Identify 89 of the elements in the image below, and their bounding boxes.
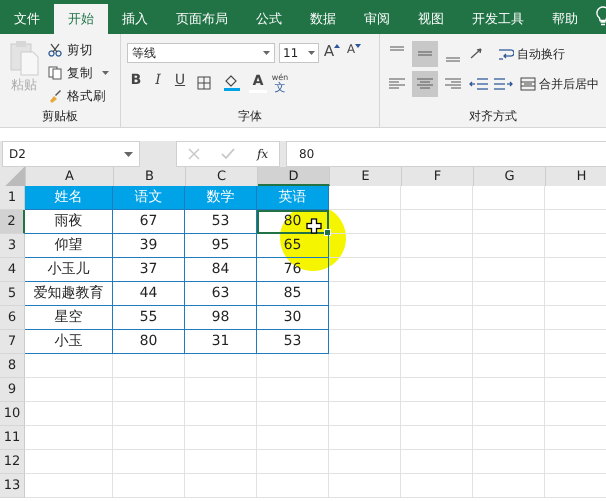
table-cell[interactable]: 31 bbox=[185, 330, 257, 354]
table-cell[interactable]: 30 bbox=[257, 306, 329, 330]
name-box[interactable]: D2 bbox=[2, 141, 140, 167]
font-name-field[interactable]: 等线 bbox=[127, 43, 275, 63]
fill-color-icon[interactable] bbox=[223, 75, 241, 91]
row-header[interactable]: 10 bbox=[0, 402, 25, 426]
ribbon-tab[interactable]: 文件 bbox=[0, 4, 54, 34]
table-cell[interactable]: 仰望 bbox=[25, 234, 113, 258]
table-cell[interactable]: 爱知趣教育 bbox=[25, 282, 113, 306]
caret-icon bbox=[355, 44, 362, 48]
table-cell[interactable]: 76 bbox=[257, 258, 329, 282]
group-label: 字体 bbox=[237, 108, 263, 125]
scissors-icon bbox=[48, 43, 62, 57]
row-header[interactable]: 7 bbox=[0, 330, 25, 354]
column-header[interactable]: F bbox=[402, 167, 474, 186]
column-header[interactable]: H bbox=[546, 167, 606, 186]
phonetic-button[interactable]: wén 文 bbox=[271, 72, 289, 94]
cross-cursor-icon bbox=[306, 218, 322, 234]
table-cell[interactable]: 39 bbox=[113, 234, 185, 258]
table-cell[interactable]: 星空 bbox=[25, 306, 113, 330]
ribbon-tab[interactable]: 开发工具 bbox=[458, 4, 538, 34]
table-cell[interactable]: 80 bbox=[113, 330, 185, 354]
increase-font-button[interactable]: A bbox=[323, 42, 341, 64]
insert-function-button[interactable]: fx bbox=[256, 147, 268, 161]
column-header[interactable]: E bbox=[330, 167, 402, 186]
column-header[interactable]: D bbox=[258, 167, 330, 186]
ribbon-tab[interactable]: 开始 bbox=[54, 4, 108, 34]
ribbon-tab[interactable]: 帮助 bbox=[538, 4, 592, 34]
ribbon-tab[interactable]: 视图 bbox=[404, 4, 458, 34]
table-cell[interactable]: 84 bbox=[185, 258, 257, 282]
lightbulb-icon[interactable] bbox=[596, 6, 606, 26]
table-cell[interactable]: 小玉 bbox=[25, 330, 113, 354]
table-cell[interactable]: 98 bbox=[185, 306, 257, 330]
indent-icon[interactable] bbox=[493, 76, 513, 92]
borders-icon[interactable] bbox=[197, 76, 211, 90]
table-cell[interactable]: 小玉儿 bbox=[25, 258, 113, 282]
merge-center-button[interactable]: 合并后居中 bbox=[520, 74, 599, 94]
ribbon-tab[interactable]: 审阅 bbox=[350, 4, 404, 34]
group-label: 对齐方式 bbox=[468, 108, 518, 125]
table-cell[interactable]: 65 bbox=[257, 234, 329, 258]
row-header[interactable]: 11 bbox=[0, 426, 25, 450]
table-cell[interactable]: 85 bbox=[257, 282, 329, 306]
table-cell[interactable]: 44 bbox=[113, 282, 185, 306]
row-header[interactable]: 6 bbox=[0, 306, 25, 330]
font-size-field[interactable]: 11 bbox=[279, 43, 319, 63]
row-header[interactable]: 13 bbox=[0, 474, 25, 498]
caret-icon bbox=[334, 44, 340, 48]
column-header[interactable]: G bbox=[474, 167, 546, 186]
group-label: 剪贴板 bbox=[41, 108, 79, 125]
table-cell[interactable]: 63 bbox=[185, 282, 257, 306]
table-cell[interactable]: 53 bbox=[185, 210, 257, 234]
wrap-text-button[interactable]: 自动换行 bbox=[498, 44, 565, 64]
underline-button[interactable]: U bbox=[171, 72, 189, 94]
cut-button[interactable]: 剪切 bbox=[48, 40, 109, 60]
align-icon[interactable] bbox=[412, 71, 438, 97]
bold-button[interactable]: B bbox=[127, 72, 145, 94]
ribbon-tab[interactable]: 页面布局 bbox=[162, 4, 242, 34]
align-icon[interactable] bbox=[412, 41, 438, 67]
copy-icon bbox=[48, 66, 62, 80]
check-icon[interactable] bbox=[221, 148, 236, 160]
fill-handle[interactable] bbox=[324, 229, 331, 236]
table-cell[interactable]: 雨夜 bbox=[25, 210, 113, 234]
row-header[interactable]: 2 bbox=[0, 210, 25, 234]
font-color-button[interactable]: A bbox=[249, 73, 267, 93]
row-header[interactable]: 12 bbox=[0, 450, 25, 474]
row-header[interactable]: 4 bbox=[0, 258, 25, 282]
brush-icon bbox=[48, 89, 62, 103]
copy-button[interactable]: 复制 bbox=[48, 63, 109, 83]
row-header[interactable]: 3 bbox=[0, 234, 25, 258]
formula-field[interactable]: 80 bbox=[286, 141, 606, 167]
row-header[interactable]: 9 bbox=[0, 378, 25, 402]
format-painter-button[interactable]: 格式刷 bbox=[48, 86, 109, 106]
row-header[interactable]: 8 bbox=[0, 354, 25, 378]
clipboard-icon bbox=[9, 40, 39, 76]
table-cell[interactable]: 67 bbox=[113, 210, 185, 234]
table-cell[interactable]: 53 bbox=[257, 330, 329, 354]
row-header[interactable]: 5 bbox=[0, 282, 25, 306]
table-cell[interactable]: 37 bbox=[113, 258, 185, 282]
table-cell[interactable]: 95 bbox=[185, 234, 257, 258]
decrease-font-button[interactable]: A bbox=[345, 42, 363, 64]
ribbon-tab[interactable]: 插入 bbox=[108, 4, 162, 34]
table-cell[interactable]: 55 bbox=[113, 306, 185, 330]
ribbon-tab[interactable]: 公式 bbox=[242, 4, 296, 34]
row-header[interactable]: 1 bbox=[0, 186, 25, 210]
merge-icon bbox=[520, 77, 536, 91]
italic-button[interactable]: I bbox=[149, 72, 167, 94]
wrap-icon bbox=[498, 47, 514, 61]
ribbon-tab[interactable]: 数据 bbox=[296, 4, 350, 34]
indent-icon[interactable] bbox=[469, 76, 489, 92]
